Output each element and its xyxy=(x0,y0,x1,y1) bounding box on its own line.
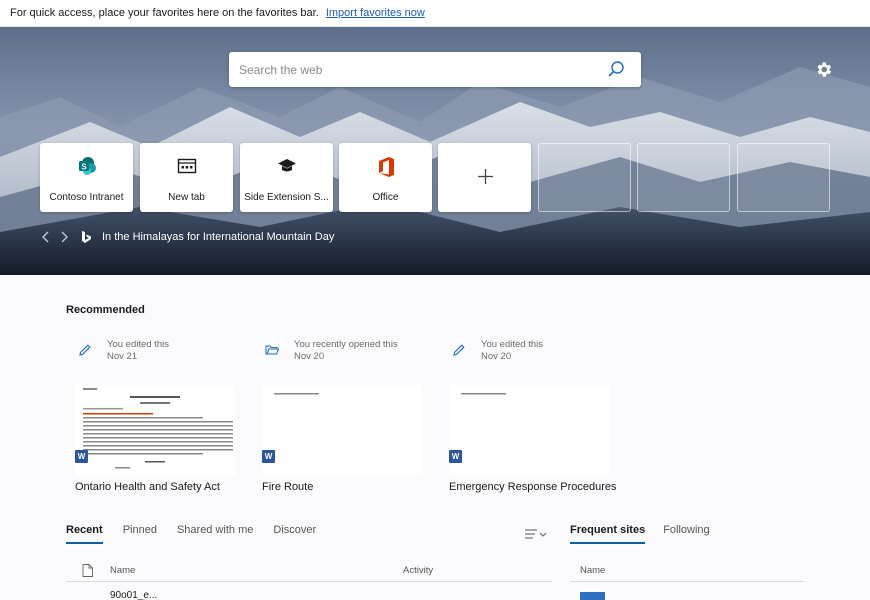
card-document-name: Ontario Health and Safety Act xyxy=(75,481,220,493)
card-activity: You edited this xyxy=(107,339,169,350)
word-icon: W xyxy=(75,450,88,463)
recommended-card[interactable]: You recently opened this Nov 20 W Fire R… xyxy=(253,335,433,500)
card-activity: You edited this xyxy=(481,339,543,350)
column-header-activity[interactable]: Activity xyxy=(403,565,433,576)
card-date: Nov 21 xyxy=(107,351,138,362)
document-preview-image xyxy=(274,393,319,395)
card-document-name: Fire Route xyxy=(262,481,314,493)
favorites-bar: For quick access, place your favorites h… xyxy=(0,0,870,27)
word-icon: W xyxy=(262,450,275,463)
tab-shared-with-me[interactable]: Shared with me xyxy=(177,524,253,544)
empty-quick-link-slot xyxy=(538,143,631,212)
hero-background: Search the web S Contoso Intranet New ta… xyxy=(0,27,870,275)
import-favorites-link[interactable]: Import favorites now xyxy=(326,7,425,19)
quick-link-side-extension[interactable]: Side Extension S... xyxy=(240,143,333,212)
pencil-icon xyxy=(79,344,91,356)
document-thumbnail xyxy=(75,385,235,475)
empty-quick-link-slot xyxy=(637,143,730,212)
recommended-card[interactable]: You edited this Nov 21 W Ontario Health … xyxy=(66,335,246,500)
word-icon: W xyxy=(449,450,462,463)
document-preview-image xyxy=(461,393,506,395)
card-date: Nov 20 xyxy=(481,351,512,362)
quick-link-new-tab[interactable]: New tab xyxy=(140,143,233,212)
tab-following[interactable]: Following xyxy=(663,524,709,544)
sort-icon[interactable] xyxy=(524,527,548,541)
card-date: Nov 20 xyxy=(294,351,325,362)
folder-open-icon xyxy=(265,345,279,355)
document-thumbnail xyxy=(262,385,422,475)
sites-table-header: Name xyxy=(570,560,804,582)
document-thumbnail xyxy=(449,385,609,475)
recommended-card[interactable]: You edited this Nov 20 W Emergency Respo… xyxy=(440,335,620,500)
quick-link-label: Side Extension S... xyxy=(244,192,329,203)
column-header-name[interactable]: Name xyxy=(110,565,135,576)
quick-link-label: Contoso Intranet xyxy=(49,192,124,203)
document-preview-image xyxy=(83,388,233,469)
sharepoint-icon: S xyxy=(78,157,96,175)
chevron-left-icon[interactable] xyxy=(40,230,52,244)
document-tabs: Recent Pinned Shared with me Discover xyxy=(66,524,336,544)
pencil-icon xyxy=(453,344,465,356)
search-placeholder: Search the web xyxy=(239,63,323,77)
recommended-heading: Recommended xyxy=(66,304,145,316)
graduation-cap-icon xyxy=(277,159,296,172)
office-icon xyxy=(378,157,394,177)
tab-pinned[interactable]: Pinned xyxy=(123,524,157,544)
favorites-bar-message: For quick access, place your favorites h… xyxy=(10,7,319,19)
svg-text:S: S xyxy=(81,163,87,172)
file-type-icon xyxy=(82,564,93,577)
tab-recent[interactable]: Recent xyxy=(66,524,103,544)
quick-link-label: New tab xyxy=(168,192,205,203)
search-box[interactable]: Search the web xyxy=(229,52,641,87)
file-row-name: 90o01_e... xyxy=(110,590,158,600)
tab-frequent-sites[interactable]: Frequent sites xyxy=(570,524,646,544)
card-activity: You recently opened this xyxy=(294,339,398,350)
gear-icon[interactable] xyxy=(814,60,833,79)
bing-logo-icon xyxy=(82,231,91,243)
search-icon[interactable] xyxy=(607,60,625,78)
background-caption: In the Himalayas for International Mount… xyxy=(40,227,334,247)
tab-discover[interactable]: Discover xyxy=(273,524,316,544)
empty-quick-link-slot xyxy=(737,143,830,212)
background-caption-text[interactable]: In the Himalayas for International Mount… xyxy=(102,231,334,243)
card-document-name: Emergency Response Procedures xyxy=(449,481,617,493)
quick-link-office[interactable]: Office xyxy=(339,143,432,212)
column-header-name[interactable]: Name xyxy=(580,565,605,576)
quick-link-contoso-intranet[interactable]: S Contoso Intranet xyxy=(40,143,133,212)
site-thumbnail[interactable] xyxy=(580,592,605,600)
plus-icon xyxy=(478,169,493,184)
site-tabs: Frequent sites Following xyxy=(570,524,728,544)
chevron-right-icon[interactable] xyxy=(58,230,70,244)
new-tab-icon xyxy=(177,158,196,174)
quick-link-label: Office xyxy=(372,192,399,203)
add-quick-link-button[interactable] xyxy=(438,143,531,212)
files-table-header: Name Activity xyxy=(66,560,552,582)
